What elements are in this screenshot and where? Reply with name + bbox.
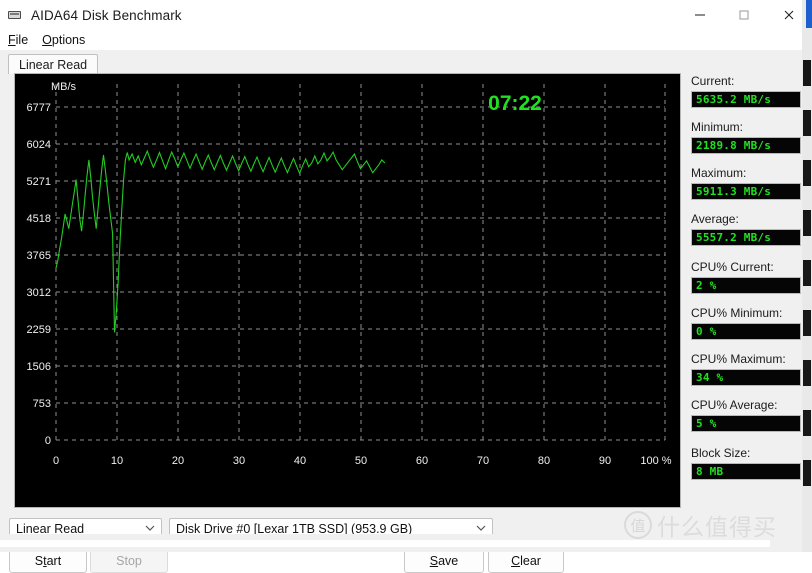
readout-value-cpu-average: 5 % <box>691 415 801 432</box>
readout-value-maximum: 5911.3 MB/s <box>691 183 801 200</box>
title-bar: AIDA64 Disk Benchmark <box>0 0 812 30</box>
readout-value-minimum: 2189.8 MB/s <box>691 137 801 154</box>
elapsed-timer: 07:22 <box>488 92 542 115</box>
graph-svg: MB/s 6777 6024 5271 4518 3765 3012 2259 … <box>15 74 680 507</box>
start-button[interactable]: St art <box>9 549 87 573</box>
readout-label-current: Current: <box>691 74 735 88</box>
benchmark-graph: MB/s 6777 6024 5271 4518 3765 3012 2259 … <box>14 73 681 508</box>
svg-text:2259: 2259 <box>27 324 51 336</box>
svg-text:6777: 6777 <box>27 102 51 114</box>
save-button[interactable]: Save <box>404 549 484 573</box>
maximize-button[interactable] <box>722 0 766 30</box>
menu-item-file[interactable]: File <box>8 33 28 47</box>
svg-text:3012: 3012 <box>27 287 51 299</box>
readout-value-cpu-current: 2 % <box>691 277 801 294</box>
readout-label-cpu-current: CPU% Current: <box>691 260 774 274</box>
svg-text:753: 753 <box>33 398 51 410</box>
chevron-down-icon <box>470 525 492 532</box>
menu-item-options[interactable]: Options <box>42 33 85 47</box>
readout-value-cpu-maximum: 34 % <box>691 369 801 386</box>
minimize-button[interactable] <box>678 0 722 30</box>
background-window-edge <box>802 0 812 552</box>
svg-text:80: 80 <box>538 455 550 467</box>
svg-text:10: 10 <box>111 455 123 467</box>
svg-text:5271: 5271 <box>27 176 51 188</box>
aida64-disk-benchmark-window: AIDA64 Disk Benchmark File Options Linea… <box>0 0 812 573</box>
chevron-down-icon <box>139 525 161 532</box>
disk-benchmark-icon <box>8 8 24 22</box>
readout-label-cpu-minimum: CPU% Minimum: <box>691 306 783 320</box>
graph-unit-label: MB/s <box>51 81 77 93</box>
svg-text:30: 30 <box>233 455 245 467</box>
svg-text:4518: 4518 <box>27 213 51 225</box>
readout-label-cpu-maximum: CPU% Maximum: <box>691 352 786 366</box>
menu-bar: File Options <box>0 30 812 50</box>
readout-label-average: Average: <box>691 212 739 226</box>
client-area: Linear Read MB/s 6777 6024 5271 4518 376… <box>0 50 812 573</box>
readout-label-cpu-average: CPU% Average: <box>691 398 778 412</box>
readout-value-average: 5557.2 MB/s <box>691 229 801 246</box>
svg-text:70: 70 <box>477 455 489 467</box>
tab-strip: Linear Read <box>8 54 804 74</box>
svg-text:1506: 1506 <box>27 361 51 373</box>
readout-label-maximum: Maximum: <box>691 166 747 180</box>
svg-text:3765: 3765 <box>27 250 51 262</box>
window-title: AIDA64 Disk Benchmark <box>31 7 182 23</box>
svg-text:60: 60 <box>416 455 428 467</box>
window-bottom-edge <box>0 540 770 547</box>
readout-label-block-size: Block Size: <box>691 446 751 460</box>
svg-text:50: 50 <box>355 455 367 467</box>
svg-text:6024: 6024 <box>27 139 51 151</box>
svg-text:0: 0 <box>53 455 59 467</box>
button-row: St art Stop Save Clear <box>0 549 812 573</box>
svg-text:20: 20 <box>172 455 184 467</box>
window-controls <box>678 0 812 30</box>
svg-text:40: 40 <box>294 455 306 467</box>
readout-value-cpu-minimum: 0 % <box>691 323 801 340</box>
stop-button: Stop <box>90 549 168 573</box>
readout-label-minimum: Minimum: <box>691 120 744 134</box>
stop-button-label: Stop <box>116 554 142 568</box>
svg-text:90: 90 <box>599 455 611 467</box>
tab-linear-read[interactable]: Linear Read <box>8 54 99 74</box>
background-window-accent <box>806 0 812 28</box>
svg-text:100 %: 100 % <box>640 455 671 467</box>
readout-panel: Current: 5635.2 MB/s Minimum: 2189.8 MB/… <box>691 74 801 492</box>
tab-label: Linear Read <box>19 57 88 72</box>
clear-button[interactable]: Clear <box>488 549 564 573</box>
svg-text:0: 0 <box>45 435 51 447</box>
graph-background <box>15 74 680 507</box>
readout-value-current: 5635.2 MB/s <box>691 91 801 108</box>
readout-value-block-size: 8 MB <box>691 463 801 480</box>
